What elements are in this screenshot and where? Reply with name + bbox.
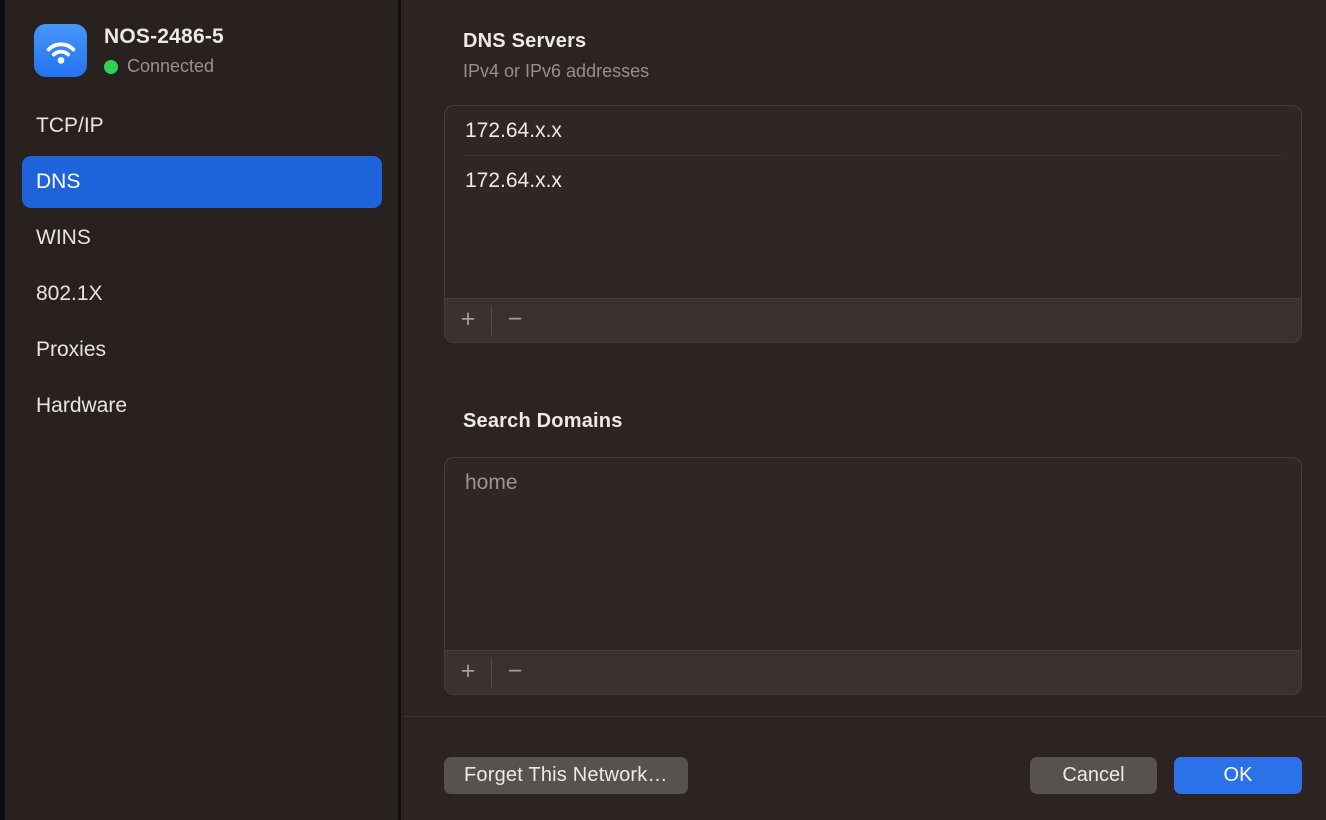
plus-icon[interactable]: +	[445, 651, 491, 695]
cancel-button[interactable]: Cancel	[1030, 757, 1157, 794]
network-header: NOS-2486-5 Connected	[34, 24, 224, 77]
ok-button[interactable]: OK	[1174, 757, 1302, 794]
search-domains-list: home + −	[444, 457, 1302, 695]
search-domains-title: Search Domains	[463, 410, 623, 433]
dns-server-row[interactable]: 172.64.x.x	[445, 156, 1301, 205]
search-domain-row[interactable]: home	[445, 458, 1301, 507]
main-pane: DNS Servers IPv4 or IPv6 addresses 172.6…	[404, 0, 1326, 820]
sidebar: NOS-2486-5 Connected TCP/IP DNS WINS 802…	[5, 0, 401, 820]
wifi-icon	[34, 24, 87, 77]
sidebar-item-dns[interactable]: DNS	[22, 156, 382, 208]
status-dot	[104, 60, 118, 74]
forget-network-button[interactable]: Forget This Network…	[444, 757, 688, 794]
plus-icon[interactable]: +	[445, 299, 491, 343]
bottom-divider	[404, 716, 1326, 717]
dns-server-row[interactable]: 172.64.x.x	[445, 106, 1301, 155]
dns-list-toolbar: + −	[445, 298, 1301, 342]
search-domains-toolbar: + −	[445, 650, 1301, 694]
sidebar-item-wins[interactable]: WINS	[22, 212, 382, 264]
status-label: Connected	[127, 56, 214, 77]
dns-servers-list: 172.64.x.x 172.64.x.x + −	[444, 105, 1302, 343]
minus-icon[interactable]: −	[492, 299, 538, 343]
dns-servers-subtitle: IPv4 or IPv6 addresses	[463, 61, 649, 82]
sidebar-nav: TCP/IP DNS WINS 802.1X Proxies Hardware	[22, 100, 382, 436]
dns-servers-title: DNS Servers	[463, 30, 586, 53]
button-bar: Forget This Network… Cancel OK	[444, 757, 1302, 794]
sidebar-item-8021x[interactable]: 802.1X	[22, 268, 382, 320]
minus-icon[interactable]: −	[492, 651, 538, 695]
sidebar-item-tcpip[interactable]: TCP/IP	[22, 100, 382, 152]
network-name: NOS-2486-5	[104, 25, 224, 49]
sidebar-item-proxies[interactable]: Proxies	[22, 324, 382, 376]
sidebar-item-hardware[interactable]: Hardware	[22, 380, 382, 432]
